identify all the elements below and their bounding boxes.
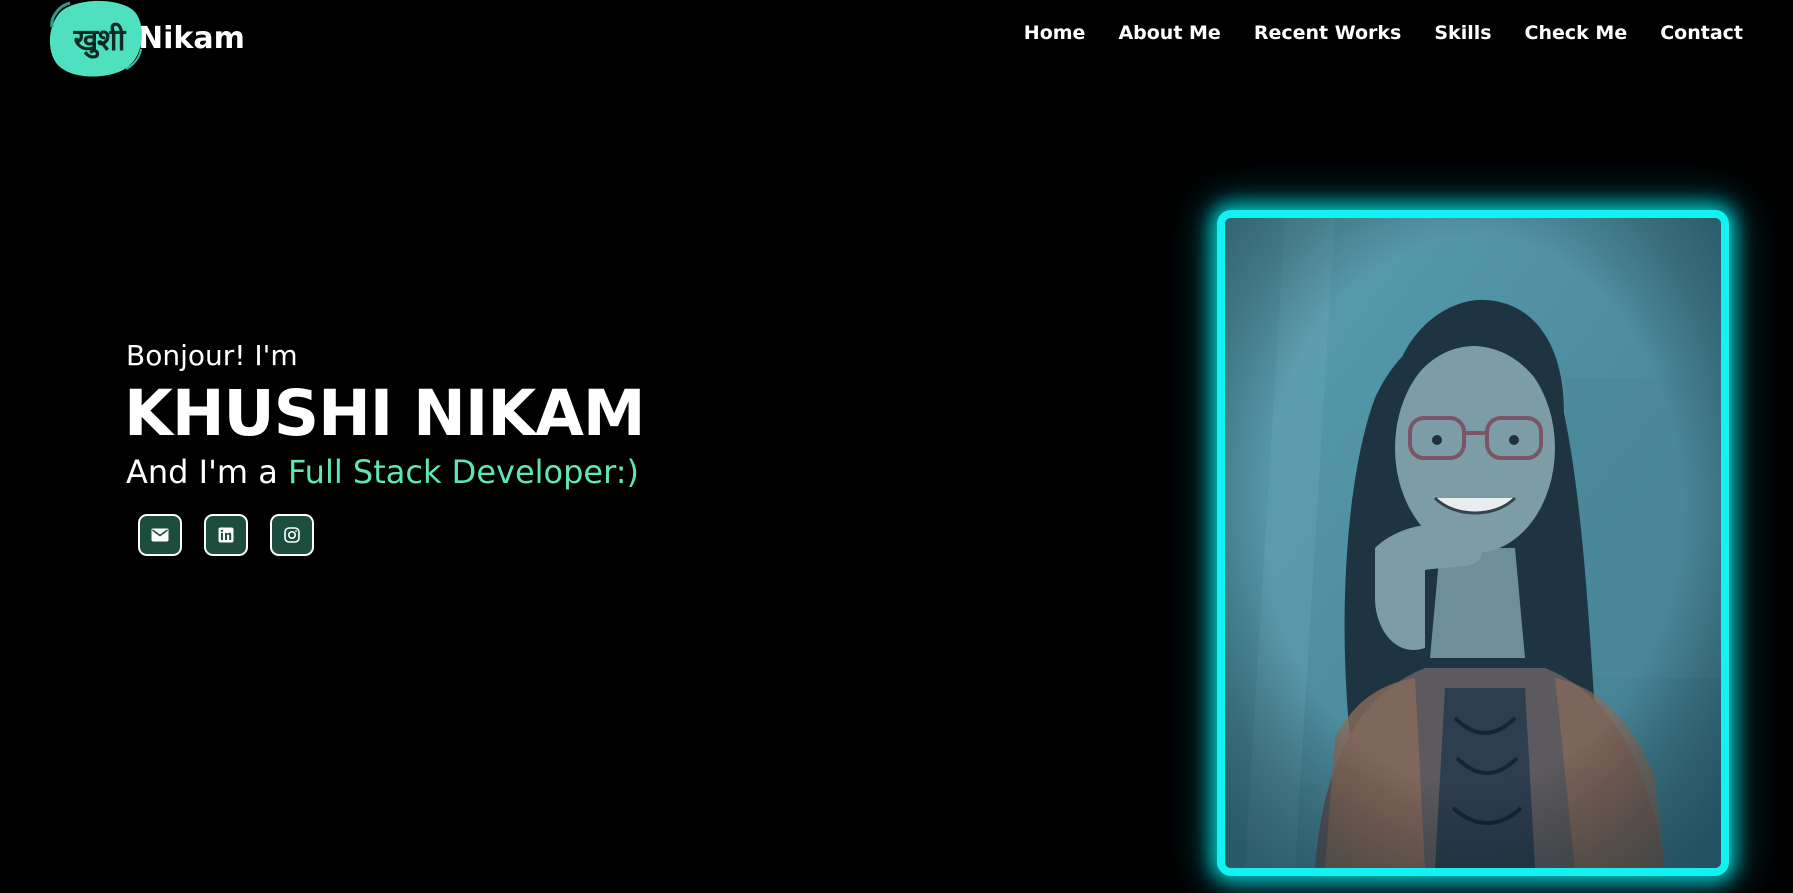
social-links: [138, 514, 645, 556]
nav-item-home[interactable]: Home: [1024, 22, 1086, 44]
hero-role: Full Stack Developer:): [288, 453, 639, 491]
logo-hindi-text: खुशी: [73, 22, 126, 58]
nav-item-skills[interactable]: Skills: [1434, 22, 1491, 44]
main-nav: Home About Me Recent Works Skills Check …: [991, 22, 1743, 44]
profile-photo: [1225, 218, 1721, 868]
email-button[interactable]: [138, 514, 182, 556]
site-logo[interactable]: खुशी Nikam: [46, 0, 245, 80]
nav-item-check-me[interactable]: Check Me: [1525, 22, 1628, 44]
nav-item-about-me[interactable]: About Me: [1118, 22, 1220, 44]
hero-greeting: Bonjour! I'm: [126, 339, 298, 372]
hero-name: KHUSHI NIKAM: [124, 377, 646, 450]
instagram-button[interactable]: [270, 514, 314, 556]
linkedin-icon: [218, 527, 234, 543]
hero-role-prefix: And I'm a: [126, 453, 289, 491]
nav-item-contact[interactable]: Contact: [1660, 22, 1743, 44]
linkedin-button[interactable]: [204, 514, 248, 556]
profile-photo-frame: [1217, 210, 1729, 876]
hero-role-line: And I'm a Full Stack Developer:): [126, 450, 645, 494]
logo-name-text: Nikam: [138, 20, 245, 56]
instagram-icon: [284, 527, 300, 543]
nav-item-recent-works[interactable]: Recent Works: [1254, 22, 1402, 44]
mail-icon: [151, 528, 169, 542]
logo-badge: खुशी: [46, 0, 144, 79]
portfolio-page: खुशी Nikam Home About Me Recent Works Sk…: [0, 0, 1793, 893]
hero-section: Bonjour! I'm KHUSHI NIKAM And I'm a Full…: [124, 336, 646, 556]
